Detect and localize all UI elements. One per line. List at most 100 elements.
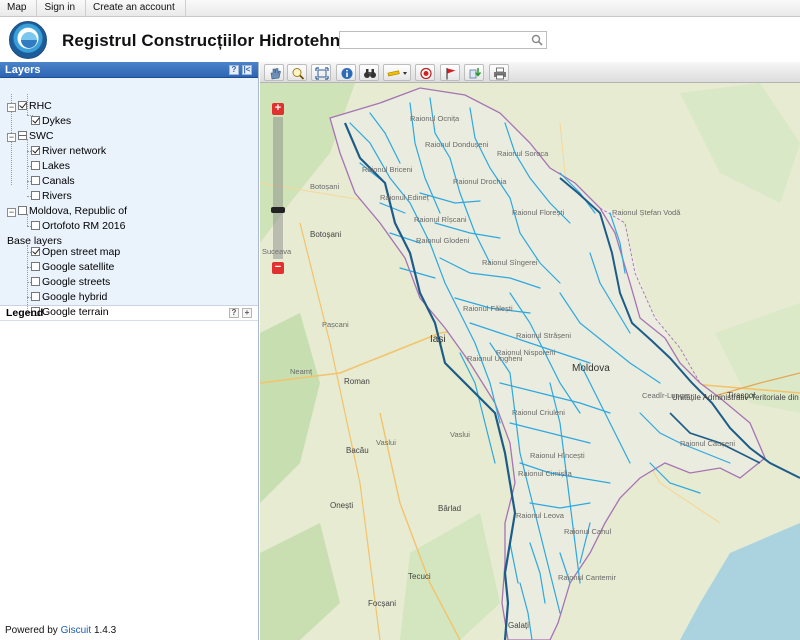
highlight-icon bbox=[387, 70, 407, 77]
layer-checkbox[interactable] bbox=[18, 131, 27, 140]
map-label: Raionul Fălești bbox=[463, 304, 513, 313]
layer-label: Moldova, Republic of bbox=[29, 205, 128, 217]
layer-item-river-network[interactable]: River network bbox=[31, 144, 106, 159]
layer-radio[interactable] bbox=[31, 277, 40, 286]
help-icon[interactable]: ? bbox=[229, 308, 239, 318]
zoom-out-button[interactable]: − bbox=[272, 262, 284, 274]
map-label: Iași bbox=[430, 334, 446, 345]
base-layer-google-satellite[interactable]: Google satellite bbox=[31, 260, 114, 275]
map-label: Raionul Leova bbox=[516, 511, 564, 520]
print-button[interactable] bbox=[489, 64, 509, 81]
map-toolbar bbox=[260, 62, 800, 83]
layer-radio[interactable] bbox=[31, 292, 40, 301]
layer-radio[interactable] bbox=[31, 247, 40, 256]
base-layer-google-hybrid[interactable]: Google hybrid bbox=[31, 290, 107, 305]
giscuit-link[interactable]: Giscuit bbox=[61, 625, 92, 636]
layer-item-rivers[interactable]: Rivers bbox=[31, 189, 72, 204]
layers-panel-header: Layers ? |< bbox=[0, 62, 258, 78]
base-layer-osm[interactable]: Open street map bbox=[31, 245, 120, 260]
layer-item-ortofoto[interactable]: Ortofoto RM 2016 bbox=[31, 219, 125, 234]
map-label: Vaslui bbox=[450, 430, 470, 439]
layer-checkbox[interactable] bbox=[18, 206, 27, 215]
layer-label: SWC bbox=[29, 130, 54, 142]
map-label: Raionul Nisporeni bbox=[496, 348, 556, 357]
zoom-box-button[interactable] bbox=[287, 64, 307, 81]
layers-panel-title: Layers bbox=[5, 64, 41, 76]
find-button[interactable] bbox=[359, 64, 379, 81]
layer-item-canals[interactable]: Canals bbox=[31, 174, 75, 189]
map-label: Galați bbox=[508, 621, 529, 630]
map-basemap bbox=[260, 83, 800, 640]
nav-map-link[interactable]: Map bbox=[0, 0, 38, 17]
collapse-toggle-icon[interactable]: − bbox=[7, 103, 16, 112]
layer-label: Google satellite bbox=[42, 261, 115, 273]
map-label: Raionul Hîncești bbox=[530, 451, 585, 460]
layer-checkbox[interactable] bbox=[31, 221, 40, 230]
base-layer-google-streets[interactable]: Google streets bbox=[31, 275, 110, 290]
layer-radio[interactable] bbox=[31, 262, 40, 271]
collapse-toggle-icon[interactable]: − bbox=[7, 133, 16, 142]
binoculars-icon bbox=[364, 69, 376, 78]
layer-label: Rivers bbox=[42, 190, 72, 202]
flag-icon bbox=[446, 68, 456, 80]
record-button[interactable] bbox=[415, 64, 435, 81]
collapse-panel-icon[interactable]: |< bbox=[242, 65, 252, 75]
pan-button[interactable] bbox=[264, 64, 284, 81]
layers-tree: − RHC Dykes − SWC River network Lakes Cana… bbox=[0, 78, 258, 318]
layer-label: Dykes bbox=[42, 115, 72, 127]
page-title: Registrul Construcțiilor Hidrotehnice bbox=[62, 31, 365, 50]
layer-label: Lakes bbox=[42, 160, 71, 172]
top-navigation: Map Sign in Create an account bbox=[0, 0, 800, 17]
layer-group-swc[interactable]: − SWC bbox=[7, 129, 54, 144]
map-label: Onești bbox=[330, 501, 354, 510]
layer-checkbox[interactable] bbox=[18, 101, 27, 110]
nav-sign-in-link[interactable]: Sign in bbox=[37, 0, 87, 17]
map-label: Tecuci bbox=[408, 572, 431, 581]
nav-create-account-link[interactable]: Create an account bbox=[86, 0, 186, 17]
layer-checkbox[interactable] bbox=[31, 176, 40, 185]
search-input[interactable] bbox=[339, 31, 547, 49]
map-label: Raionul Ștefan Vodă bbox=[612, 208, 681, 217]
zoom-thumb[interactable] bbox=[271, 207, 285, 213]
layer-group-rhc[interactable]: − RHC bbox=[7, 99, 52, 114]
expand-icon[interactable]: + bbox=[242, 308, 252, 318]
collapse-toggle-icon[interactable]: − bbox=[7, 208, 16, 217]
map-label: Raionul Dondușeni bbox=[425, 140, 489, 149]
zoom-slider[interactable]: + − bbox=[271, 103, 285, 275]
map-canvas[interactable]: Botoșani Botoșani Suceava Pașcani Iași R… bbox=[260, 83, 800, 640]
layer-item-dykes[interactable]: Dykes bbox=[31, 114, 71, 129]
import-icon bbox=[469, 68, 482, 79]
footer-prefix: Powered by bbox=[5, 625, 58, 636]
highlight-dropdown-button[interactable] bbox=[383, 64, 411, 81]
zoom-track[interactable] bbox=[271, 117, 285, 259]
map-label: Raionul Edineț bbox=[380, 193, 429, 202]
map-label: Moldova bbox=[572, 363, 610, 374]
flag-button[interactable] bbox=[440, 64, 460, 81]
map-label: Raionul Cimișlia bbox=[518, 469, 572, 478]
map-label: Raionul Cahul bbox=[564, 527, 612, 536]
layer-item-lakes[interactable]: Lakes bbox=[31, 159, 70, 174]
zoom-in-button[interactable]: + bbox=[272, 103, 284, 115]
help-icon[interactable]: ? bbox=[229, 65, 239, 75]
layer-group-moldova[interactable]: − Moldova, Republic of bbox=[7, 204, 127, 219]
search-icon[interactable] bbox=[531, 34, 543, 46]
layer-checkbox[interactable] bbox=[31, 116, 40, 125]
site-logo bbox=[9, 21, 47, 59]
layer-checkbox[interactable] bbox=[31, 146, 40, 155]
map-label: Bârlad bbox=[438, 504, 462, 513]
map-label: Bacău bbox=[346, 446, 369, 455]
layer-checkbox[interactable] bbox=[31, 161, 40, 170]
import-button[interactable] bbox=[464, 64, 484, 81]
map-label: Raionul Rîșcani bbox=[414, 215, 467, 224]
layer-checkbox[interactable] bbox=[31, 191, 40, 200]
zoom-extent-button[interactable] bbox=[311, 64, 331, 81]
zoom-box-icon bbox=[292, 68, 305, 80]
map-label: Raionul Florești bbox=[512, 208, 565, 217]
map-label: Botoșani bbox=[310, 230, 342, 239]
info-button[interactable] bbox=[336, 64, 356, 81]
layer-label: Ortofoto RM 2016 bbox=[42, 220, 126, 232]
map-label: Raionul Drochia bbox=[453, 177, 507, 186]
map-label: Raionul Strășeni bbox=[516, 331, 572, 340]
map-label: Neamț bbox=[290, 367, 313, 376]
map-label: Vaslui bbox=[376, 438, 396, 447]
